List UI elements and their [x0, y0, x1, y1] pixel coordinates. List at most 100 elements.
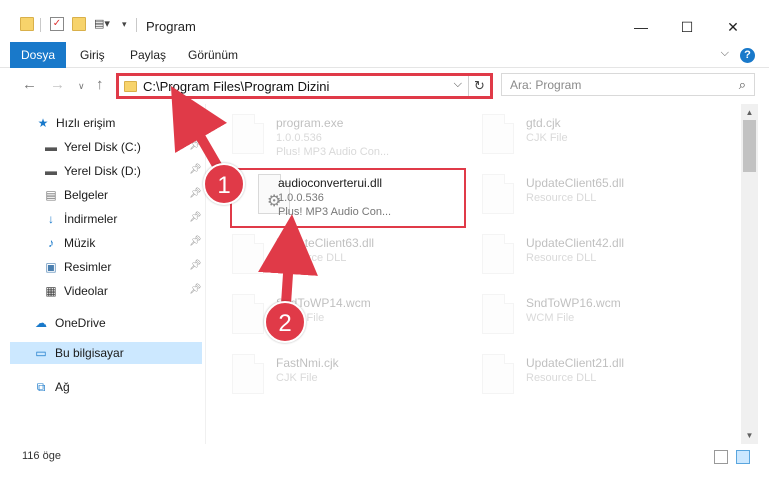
file-name: FastNmi.cjk: [276, 356, 339, 370]
tab-file[interactable]: Dosya: [10, 42, 66, 68]
divider: [136, 18, 137, 32]
sidebar-item-videos[interactable]: ▦ Videolar 📌︎: [0, 280, 206, 302]
status-bar: 116 öge: [0, 444, 769, 479]
pin-icon[interactable]: 📌︎: [189, 260, 202, 271]
folder-icon: [124, 81, 137, 92]
expand-ribbon-icon[interactable]: ⌵: [721, 47, 729, 60]
file-icon: [482, 294, 514, 334]
customize-toolbar-icon[interactable]: ▤▾: [94, 17, 110, 31]
tab-view[interactable]: Görünüm: [188, 42, 238, 68]
pin-icon[interactable]: 📌︎: [189, 164, 202, 175]
ribbon-tabs: Dosya Giriş Paylaş Görünüm ⌵ ?: [0, 42, 769, 68]
sidebar-item-music[interactable]: ♪ Müzik 📌︎: [0, 232, 206, 254]
address-path[interactable]: C:\Program Files\Program Dizini: [143, 79, 329, 94]
sidebar-item-quick-access[interactable]: ★ Hızlı erişim: [0, 112, 206, 134]
file-list: program.exe 1.0.0.536 Plus! MP3 Audio Co…: [206, 104, 741, 444]
file-name: UpdateClient21.dll: [526, 356, 625, 370]
new-folder-icon[interactable]: [72, 17, 86, 31]
pin-icon[interactable]: 📌︎: [189, 140, 202, 151]
sidebar-item-label: Bu bilgisayar: [55, 346, 124, 360]
documents-icon: ▤: [45, 188, 57, 202]
pictures-icon: ▣: [45, 260, 57, 274]
minimize-button[interactable]: —: [618, 14, 664, 40]
chevron-down-icon[interactable]: ⌵: [454, 78, 462, 91]
refresh-icon[interactable]: ↻: [468, 76, 490, 96]
dll-file-icon: [482, 174, 514, 214]
sidebar-item-label: Ağ: [55, 380, 70, 394]
file-icon: [232, 294, 264, 334]
address-bar[interactable]: C:\Program Files\Program Dizini ⌵ ↻: [116, 73, 493, 99]
sidebar-item-onedrive[interactable]: ☁ OneDrive: [0, 312, 206, 334]
file-item[interactable]: program.exe 1.0.0.536 Plus! MP3 Audio Co…: [206, 108, 436, 162]
dll-file-icon: [482, 354, 514, 394]
title-bar: ✓ ▤▾ ▾ Program — ☐ ✕: [0, 0, 769, 42]
cloud-icon: ☁: [35, 316, 47, 330]
file-item[interactable]: SndToWP14.wcm WCM File: [206, 288, 436, 342]
vertical-scrollbar[interactable]: ▲ ▼: [741, 104, 758, 444]
sidebar-item-pictures[interactable]: ▣ Resimler 📌︎: [0, 256, 206, 278]
forward-icon[interactable]: →: [50, 76, 65, 93]
recent-locations-icon[interactable]: ∨: [78, 81, 85, 92]
file-item[interactable]: UpdateClient21.dll Resource DLL: [456, 348, 686, 402]
sidebar-item-label: Videolar: [64, 284, 108, 298]
file-description: Plus! MP3 Audio Con...: [278, 206, 392, 218]
up-icon[interactable]: ↑: [96, 76, 104, 93]
sidebar-item-network[interactable]: ⧉ Ağ: [0, 376, 206, 398]
computer-icon: ▭: [35, 346, 47, 360]
download-icon: ↓: [48, 212, 54, 226]
music-icon: ♪: [48, 236, 54, 250]
file-version: 1.0.0.536: [278, 192, 324, 204]
sidebar-item-documents[interactable]: ▤ Belgeler 📌︎: [0, 184, 206, 206]
file-name: SndToWP16.wcm: [526, 296, 621, 310]
pin-icon[interactable]: 📌︎: [189, 212, 202, 223]
file-item-highlighted[interactable]: ⚙ audioconverterui.dll 1.0.0.536 Plus! M…: [230, 168, 466, 228]
file-item[interactable]: UpdateClient65.dll Resource DLL: [456, 168, 686, 222]
sidebar-item-this-pc[interactable]: ▭ Bu bilgisayar: [10, 342, 202, 364]
search-input[interactable]: Ara: Program ⌕: [501, 73, 755, 96]
sidebar-item-local-disk-d[interactable]: ▬ Yerel Disk (D:) 📌︎: [0, 160, 206, 182]
sidebar-item-label: Hızlı erişim: [56, 116, 116, 130]
network-icon: ⧉: [36, 380, 46, 394]
scroll-down-icon[interactable]: ▼: [741, 427, 758, 444]
dll-file-icon: [232, 234, 264, 274]
file-name: UpdateClient42.dll: [526, 236, 625, 250]
help-icon[interactable]: ?: [740, 48, 755, 63]
maximize-button[interactable]: ☐: [664, 14, 710, 40]
sidebar-item-label: Belgeler: [64, 188, 109, 202]
pin-icon[interactable]: 📌︎: [189, 236, 202, 247]
pin-icon[interactable]: 📌︎: [189, 284, 202, 295]
star-icon: ★: [37, 116, 49, 130]
window-title: Program: [146, 19, 196, 34]
search-icon[interactable]: ⌕: [739, 77, 746, 93]
sidebar-item-local-disk-c[interactable]: ▬ Yerel Disk (C:) 📌︎: [0, 136, 206, 158]
file-item[interactable]: UpdateClient63.dll Resource DLL: [206, 228, 436, 282]
properties-icon[interactable]: ✓: [50, 17, 64, 31]
tiles-view-icon[interactable]: [736, 450, 750, 464]
file-item[interactable]: SndToWP16.wcm WCM File: [456, 288, 686, 342]
file-type: Resource DLL: [276, 252, 347, 264]
file-item[interactable]: FastNmi.cjk CJK File: [206, 348, 436, 402]
close-button[interactable]: ✕: [710, 14, 756, 40]
navigation-pane: ★ Hızlı erişim ▬ Yerel Disk (C:) 📌︎ ▬ Ye…: [0, 104, 206, 444]
pin-icon[interactable]: 📌︎: [189, 188, 202, 199]
quick-access-dropdown-icon[interactable]: ▾: [122, 17, 136, 31]
file-description: Plus! MP3 Audio Con...: [276, 146, 390, 158]
sidebar-item-downloads[interactable]: ↓ İndirmeler 📌︎: [0, 208, 206, 230]
file-item[interactable]: UpdateClient42.dll Resource DLL: [456, 228, 686, 282]
back-icon[interactable]: ←: [22, 76, 37, 93]
tab-home[interactable]: Giriş: [80, 42, 105, 68]
tab-share[interactable]: Paylaş: [130, 42, 166, 68]
file-type: CJK File: [526, 132, 568, 144]
details-view-icon[interactable]: [714, 450, 728, 464]
step-callout-1: 1: [203, 163, 245, 205]
dll-file-icon: [482, 234, 514, 274]
sidebar-item-label: OneDrive: [55, 316, 106, 330]
scroll-up-icon[interactable]: ▲: [741, 104, 758, 121]
sidebar-item-label: Yerel Disk (C:): [64, 140, 141, 154]
file-type: CJK File: [276, 372, 318, 384]
sidebar-item-label: Yerel Disk (D:): [64, 164, 141, 178]
sidebar-item-label: İndirmeler: [64, 212, 118, 226]
scrollbar-thumb[interactable]: [743, 120, 756, 172]
drive-icon: ▬: [45, 164, 57, 178]
file-item[interactable]: gtd.cjk CJK File: [456, 108, 686, 162]
